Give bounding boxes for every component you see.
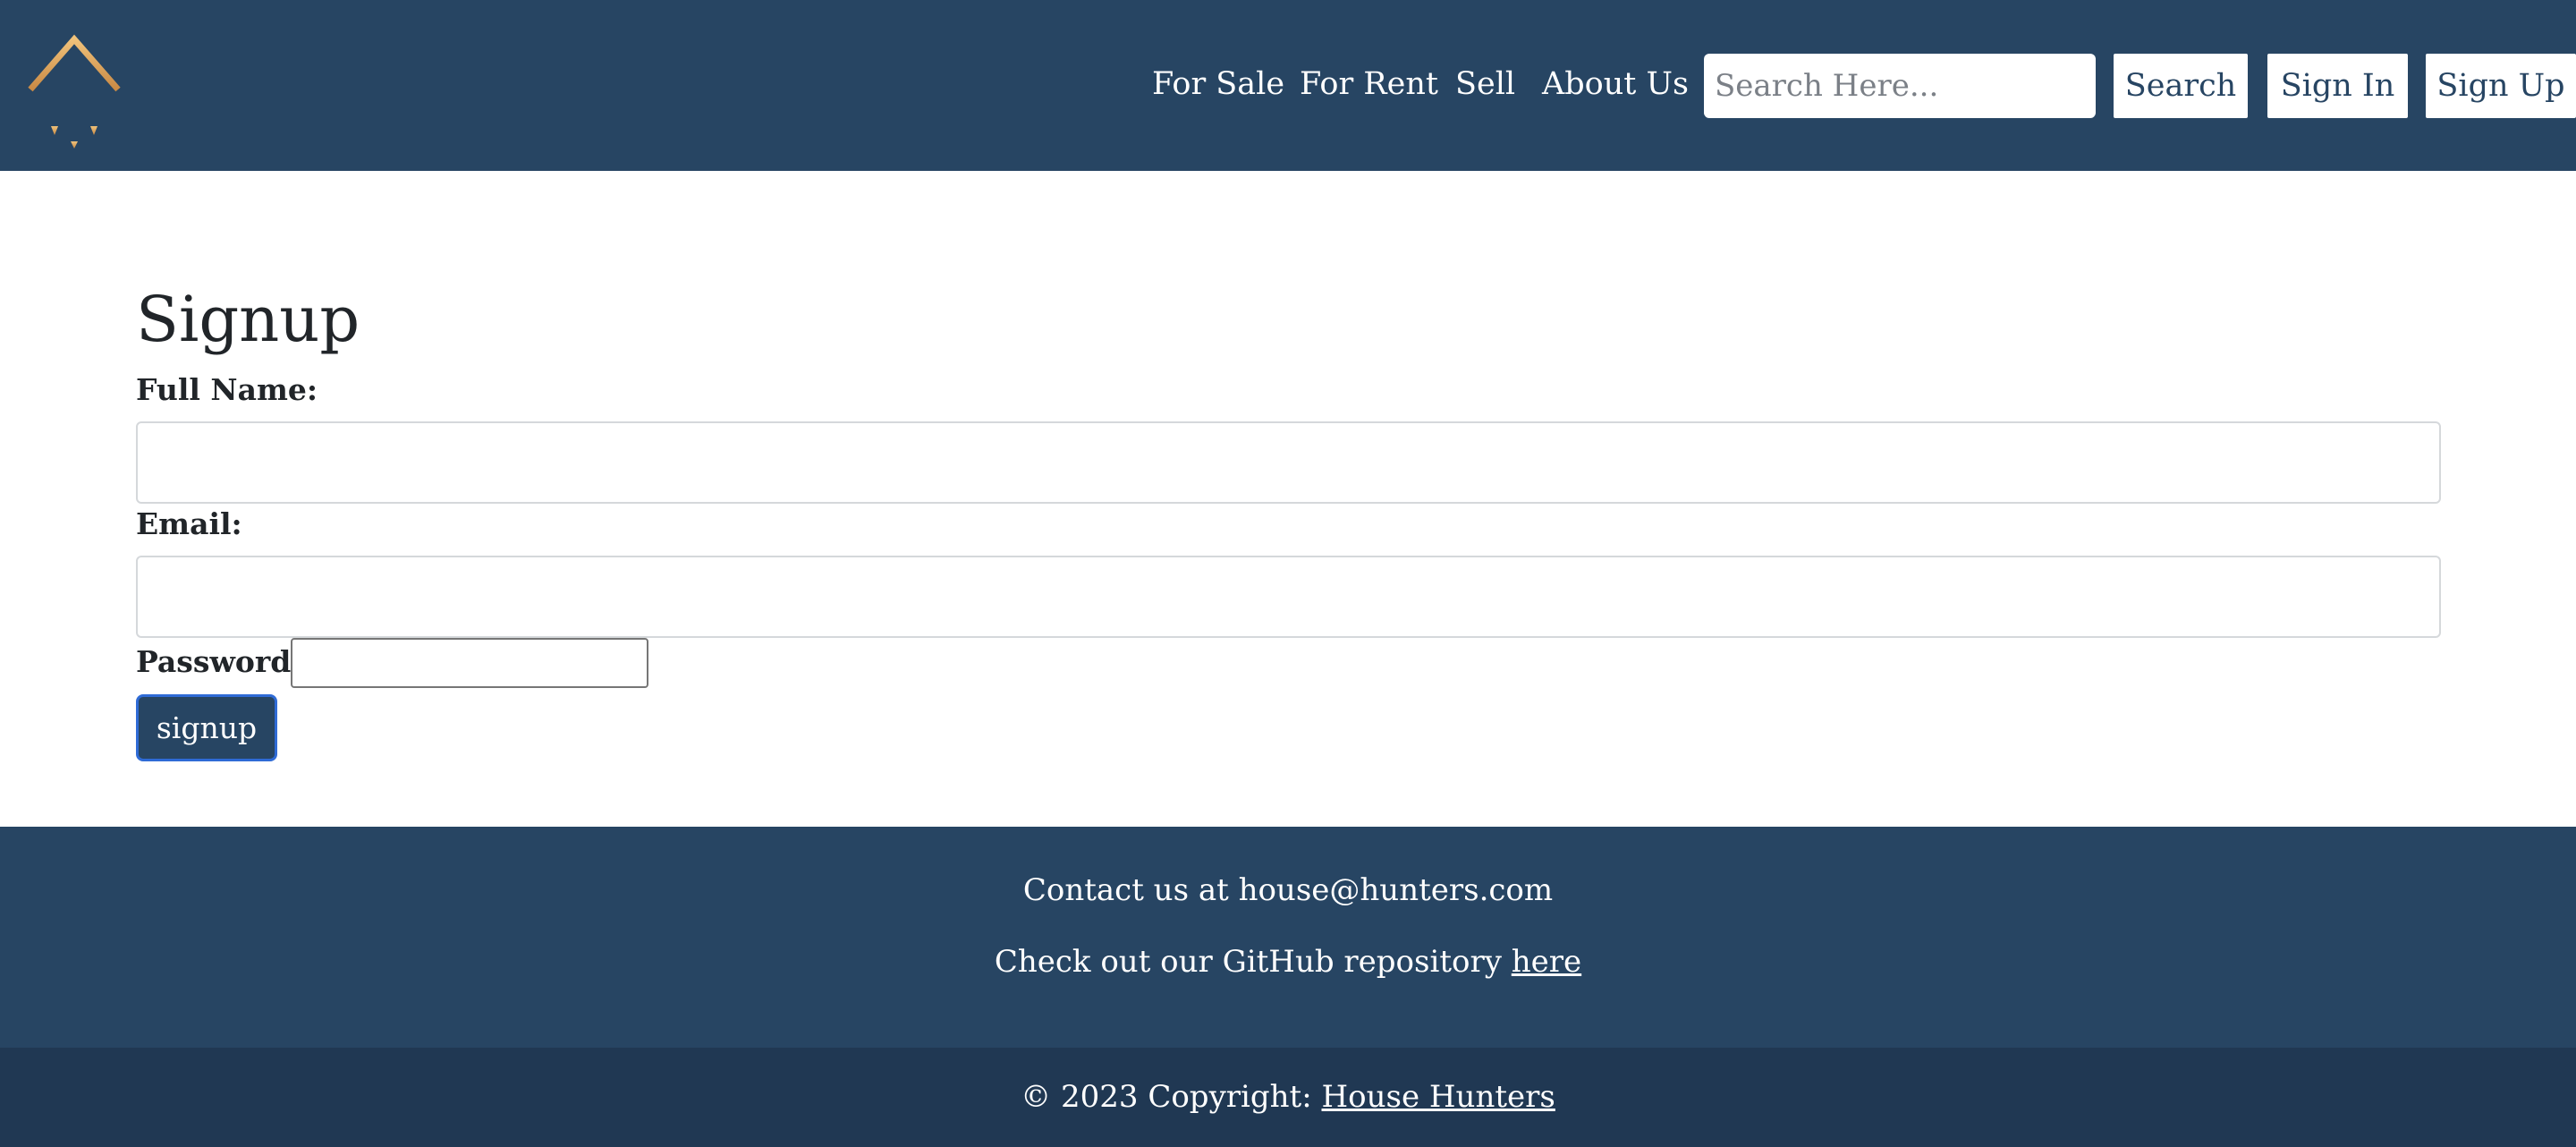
email-field[interactable] <box>136 556 2441 638</box>
navbar: For Sale For Rent Sell About Us Search S… <box>0 0 2576 171</box>
sign-in-button[interactable]: Sign In <box>2267 54 2408 118</box>
search-button[interactable]: Search <box>2114 54 2248 118</box>
nav-link-about-us[interactable]: About Us <box>1542 64 1689 104</box>
full-name-field[interactable] <box>136 421 2441 504</box>
page-title: Signup <box>136 283 360 356</box>
footer: Contact us at house@hunters.com Check ou… <box>0 827 2576 1048</box>
password-field[interactable] <box>291 638 648 688</box>
nav-link-for-sale[interactable]: For Sale <box>1152 64 1284 104</box>
house-hunters-link[interactable]: House Hunters <box>1322 1079 1555 1115</box>
email-label: Email: <box>136 506 242 541</box>
password-label: Password: <box>136 644 302 679</box>
footer-github-line: Check out our GitHub repository here <box>0 942 2576 981</box>
copyright-line: © 2023 Copyright: House Hunters <box>0 1077 2576 1117</box>
nav-link-sell[interactable]: Sell <box>1455 64 1515 104</box>
footer-contact-text: Contact us at house@hunters.com <box>1022 872 1554 908</box>
github-link[interactable]: here <box>1512 944 1581 980</box>
full-name-label: Full Name: <box>136 372 318 407</box>
copyright-bar: © 2023 Copyright: House Hunters <box>0 1048 2576 1147</box>
footer-github-text: Check out our GitHub repository <box>994 944 1502 980</box>
signup-submit-button[interactable]: signup <box>136 694 277 761</box>
nav-link-for-rent[interactable]: For Rent <box>1300 64 1438 104</box>
sign-up-button[interactable]: Sign Up <box>2426 54 2576 118</box>
copyright-text: © 2023 Copyright: <box>1021 1079 1312 1115</box>
house-hunters-logo-icon[interactable] <box>27 34 122 150</box>
search-input[interactable] <box>1704 54 2096 118</box>
